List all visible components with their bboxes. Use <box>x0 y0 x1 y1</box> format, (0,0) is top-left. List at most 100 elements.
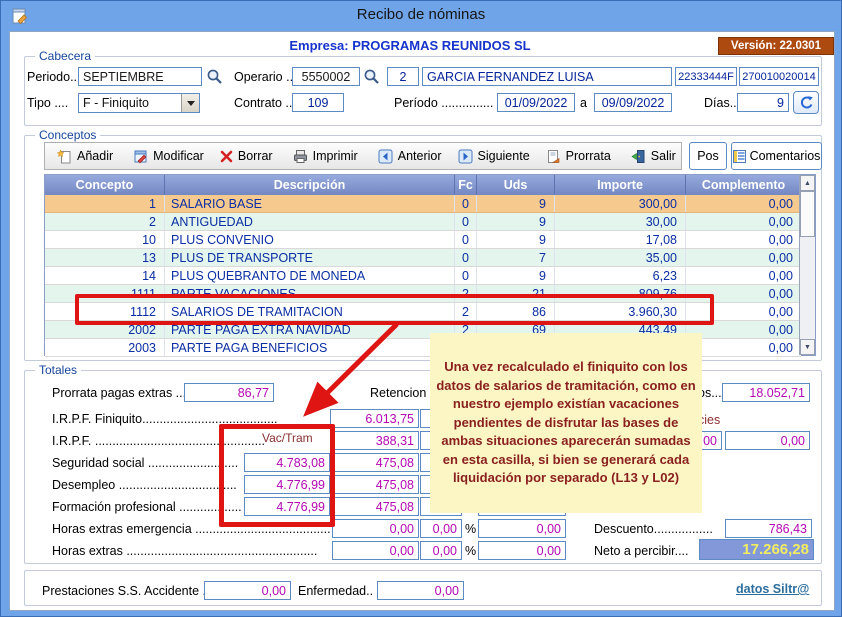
neto-field: 17.266,28 <box>699 539 814 560</box>
prorrata-button[interactable]: Prorrata <box>538 144 619 168</box>
horas-emergencia-pct-field[interactable]: 0,00 <box>420 519 462 538</box>
tipo-dropdown-value: F - Finiquito <box>79 94 181 112</box>
cell-concepto: 2003 <box>45 339 165 356</box>
anadir-button[interactable]: Añadir <box>49 144 121 168</box>
cell-uds: 9 <box>477 231 555 248</box>
descuento-field[interactable]: 786,43 <box>725 519 812 538</box>
table-row[interactable]: 1111 PARTE VACACIONES 2 21 809,76 0,00 <box>45 285 801 303</box>
prorrata-field[interactable]: 86,77 <box>184 383 274 402</box>
fecha-desde-field[interactable]: 01/09/2022 <box>497 93 575 112</box>
anterior-button[interactable]: Anterior <box>370 144 450 168</box>
naf-field[interactable]: 270010020014 <box>739 67 819 86</box>
scroll-down-button[interactable]: ▼ <box>800 339 815 355</box>
table-row[interactable]: 1112 SALARIOS DE TRAMITACION 2 86 3.960,… <box>45 303 801 321</box>
formacion-label: Formación profesional ..................… <box>52 500 242 514</box>
contrato-label: Contrato .. <box>234 96 292 110</box>
modificar-label: Modificar <box>153 149 204 163</box>
desempleo-label: Desempleo ..............................… <box>52 478 242 492</box>
table-row[interactable]: 2 ANTIGUEDAD 0 9 30,00 0,00 <box>45 213 801 231</box>
prorrata-label: Prorrata pagas extras .... <box>52 386 190 400</box>
operario-code-input[interactable]: 5550002 <box>292 67 360 86</box>
anadir-label: Añadir <box>77 149 113 163</box>
prestaciones-field[interactable]: 0,00 <box>204 581 291 600</box>
horas-extras-pct-field[interactable]: 0,00 <box>420 541 462 560</box>
cell-uds: 9 <box>477 267 555 284</box>
desempleo-vactram-field[interactable]: 4.776,99 <box>244 475 330 494</box>
salir-button[interactable]: Salir <box>623 144 684 168</box>
pos-button[interactable]: Pos <box>689 142 727 170</box>
header-complemento[interactable]: Complemento <box>686 175 801 195</box>
horas-emergencia-label: Horas extras emergencia ................… <box>52 522 330 536</box>
window-title: Recibo de nóminas <box>1 1 841 29</box>
table-scrollbar[interactable]: ▲ ▼ <box>799 175 815 355</box>
vac-tram-label: Vac/Tram <box>262 431 313 445</box>
siguiente-label: Siguiente <box>478 149 530 163</box>
imprimir-button[interactable]: Imprimir <box>285 144 366 168</box>
operario-seq-field[interactable]: 2 <box>387 67 419 86</box>
seguridad-social-label: Seguridad social .......................… <box>52 456 242 470</box>
anterior-icon <box>378 149 393 164</box>
conceptos-toolbar: Añadir Modificar Borrar Imprimir Anterio… <box>44 142 682 170</box>
cabecera-legend: Cabecera <box>35 49 95 63</box>
imprimir-label: Imprimir <box>313 149 358 163</box>
table-row[interactable]: 13 PLUS DE TRANSPORTE 0 7 35,00 0,00 <box>45 249 801 267</box>
enfermedad-field[interactable]: 0,00 <box>377 581 464 600</box>
horas-extras-pct-sign: % <box>465 544 476 558</box>
formacion-vactram-field[interactable]: 4.776,99 <box>244 497 330 516</box>
conceptos-table: Concepto Descripción Fc Uds Importe Comp… <box>44 174 816 356</box>
version-badge: Versión: 22.0301 <box>718 37 834 55</box>
cell-importe: 6,23 <box>555 267 686 284</box>
header-uds[interactable]: Uds <box>477 175 555 195</box>
irpf-field[interactable]: 388,31 <box>330 431 419 450</box>
header-descripcion[interactable]: Descripción <box>165 175 455 195</box>
header-concepto[interactable]: Concepto <box>45 175 165 195</box>
borrar-button[interactable]: Borrar <box>212 144 281 168</box>
horas-extras-base-field[interactable]: 0,00 <box>332 541 419 560</box>
tipo-dropdown-button[interactable] <box>181 94 199 112</box>
horas-extras-importe-field[interactable]: 0,00 <box>478 541 566 560</box>
comentarios-label: Comentarios <box>750 149 821 163</box>
cell-descripcion: ANTIGUEDAD <box>165 213 455 230</box>
horas-emergencia-importe-field[interactable]: 0,00 <box>478 519 566 538</box>
table-row[interactable]: 10 PLUS CONVENIO 0 9 17,08 0,00 <box>45 231 801 249</box>
irpf-finiquito-field[interactable]: 6.013,75 <box>330 409 419 428</box>
cell-importe: 35,00 <box>555 249 686 266</box>
dias-label: Días... <box>704 96 740 110</box>
header-fc[interactable]: Fc <box>455 175 477 195</box>
devengos-field[interactable]: 18.052,71 <box>722 383 810 402</box>
fecha-hasta-field[interactable]: 09/09/2022 <box>594 93 672 112</box>
recalc-button[interactable] <box>793 91 819 114</box>
contrato-field[interactable]: 109 <box>292 93 344 112</box>
table-row[interactable]: 14 PLUS QUEBRANTO DE MONEDA 0 9 6,23 0,0… <box>45 267 801 285</box>
retenciones-label: Retencion <box>370 386 426 400</box>
dias-field[interactable]: 9 <box>737 93 789 112</box>
cell-complemento: 0,00 <box>686 321 801 338</box>
seguridad-social-base-field[interactable]: 475,08 <box>332 453 419 472</box>
table-row[interactable]: 1 SALARIO BASE 0 9 300,00 0,00 <box>45 195 801 213</box>
periodo-input[interactable]: SEPTIEMBRE <box>78 67 202 86</box>
borrar-label: Borrar <box>238 149 273 163</box>
horas-emergencia-base-field[interactable]: 0,00 <box>332 519 419 538</box>
cell-complemento: 0,00 <box>686 267 801 284</box>
header-importe[interactable]: Importe <box>555 175 686 195</box>
cell-concepto: 1111 <box>45 285 165 302</box>
desempleo-base-field[interactable]: 475,08 <box>332 475 419 494</box>
formacion-base-field[interactable]: 475,08 <box>332 497 419 516</box>
operario-search-icon[interactable] <box>363 68 380 85</box>
operario-name-field[interactable]: GARCIA FERNANDEZ LUISA <box>422 67 672 86</box>
comentarios-button[interactable]: Comentarios <box>731 142 822 170</box>
seguridad-social-vactram-field[interactable]: 4.783,08 <box>244 453 330 472</box>
cell-fc: 2 <box>455 285 477 302</box>
cell-descripcion: PARTE PAGA BENEFICIOS <box>165 339 455 356</box>
nif-field[interactable]: 22333444F <box>675 67 737 86</box>
scroll-up-button[interactable]: ▲ <box>800 175 815 191</box>
siguiente-button[interactable]: Siguiente <box>450 144 538 168</box>
app-window: Recibo de nóminas Empresa: PROGRAMAS REU… <box>0 0 842 617</box>
scroll-thumb[interactable] <box>800 191 815 237</box>
modificar-button[interactable]: Modificar <box>125 144 212 168</box>
tipo-label: Tipo .... <box>27 96 68 110</box>
especies-field-2[interactable]: 0,00 <box>725 431 810 450</box>
tipo-dropdown[interactable]: F - Finiquito <box>78 93 200 113</box>
periodo-search-icon[interactable] <box>206 68 223 85</box>
datos-siltra-link[interactable]: datos Siltr@ <box>736 582 809 596</box>
